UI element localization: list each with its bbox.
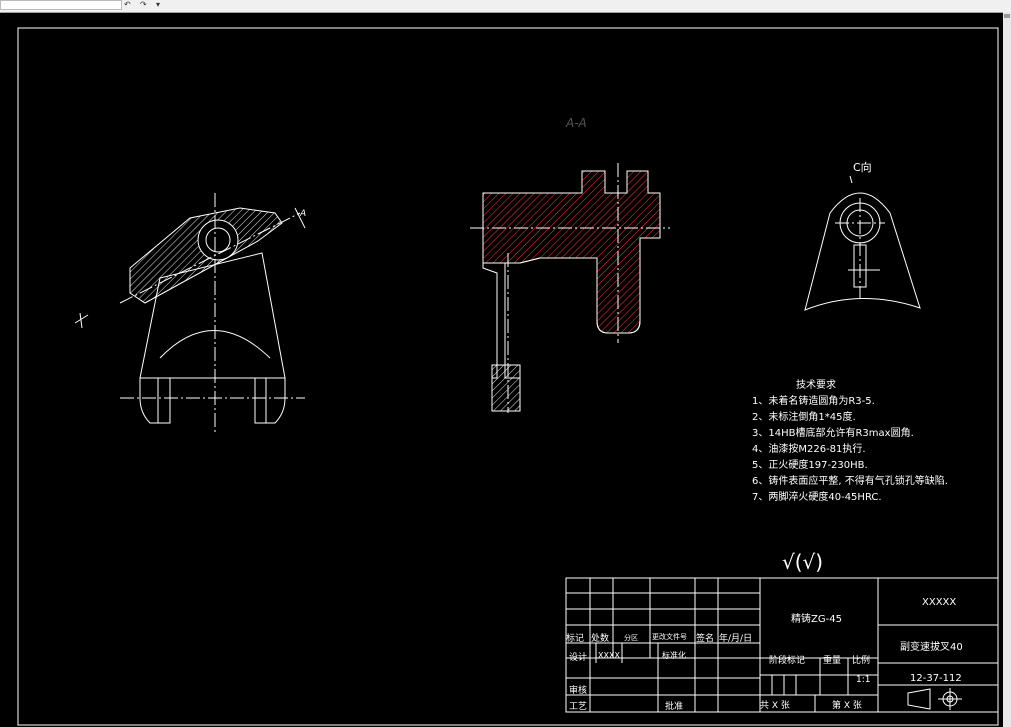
command-input[interactable] [0, 0, 122, 10]
design-value: XXXX [598, 651, 620, 660]
sheet-total: 共 X 张 [760, 701, 790, 711]
label-count: 处数 [591, 634, 610, 644]
material: 精铸ZG-45 [791, 614, 842, 625]
label-design: 设计 [569, 653, 588, 663]
requirement-item: 5、正火硬度197-230HB. [752, 460, 868, 471]
section-marker-a: A [299, 209, 306, 219]
drawing-canvas[interactable]: A A-A C向 √(√) 技术要求 1、未着名铸造圆角为R3-5. 2、未标注… [0, 13, 1003, 727]
part-name: 副变速拔叉40 [900, 642, 963, 653]
main-view [74, 193, 306, 433]
company-name: XXXXX [922, 597, 957, 608]
label-mark: 标记 [566, 634, 585, 644]
requirement-item: 1、未着名铸造圆角为R3-5. [752, 396, 875, 407]
label-process: 工艺 [569, 702, 588, 712]
label-zone: 分区 [624, 634, 638, 642]
view-label: C向 [853, 160, 872, 174]
label-signature: 签名 [696, 634, 715, 644]
requirement-item: 3、14HB槽底部允许有R3max圆角. [752, 428, 914, 439]
requirement-item: 2、未标注倒角1*45度. [752, 412, 856, 423]
vertical-scrollbar[interactable] [1003, 12, 1011, 727]
technical-requirements: 技术要求 1、未着名铸造圆角为R3-5. 2、未标注倒角1*45度. 3、14H… [752, 378, 948, 506]
label-weight: 重量 [823, 656, 842, 666]
section-label: A-A [565, 116, 587, 130]
undo-icon[interactable]: ↶ [124, 0, 132, 9]
requirements-title: 技术要求 [796, 380, 836, 391]
dropdown-icon[interactable]: ▾ [156, 0, 164, 9]
section-view [470, 163, 670, 413]
label-review: 审核 [569, 686, 588, 696]
drawing-number: 12-37-112 [910, 673, 962, 684]
label-approve: 批准 [665, 702, 684, 712]
roughness-symbol: √(√) [782, 550, 823, 574]
scale-value: 1:1 [856, 675, 871, 685]
sheet-current: 第 X 张 [832, 701, 862, 711]
requirement-item: 4、油漆按M226-81执行. [752, 444, 866, 455]
label-standardize: 标准化 [662, 651, 686, 660]
label-stage: 阶段标记 [769, 656, 806, 666]
label-change-doc: 更改文件号 [652, 633, 687, 641]
toolbar: ↶ ↷ ▾ [0, 0, 1011, 13]
label-scale: 比例 [852, 656, 871, 666]
requirement-item: 6、铸件表面应平整, 不得有气孔锁孔等缺陷. [752, 476, 948, 487]
requirement-item: 7、两脚淬火硬度40-45HRC. [752, 492, 882, 503]
cad-drawing: A A-A C向 √(√) [17, 27, 999, 726]
label-date: 年/月/日 [719, 634, 753, 644]
redo-icon[interactable]: ↷ [140, 0, 148, 9]
scrollbar-thumb[interactable] [1004, 14, 1010, 18]
view-c [804, 175, 921, 311]
